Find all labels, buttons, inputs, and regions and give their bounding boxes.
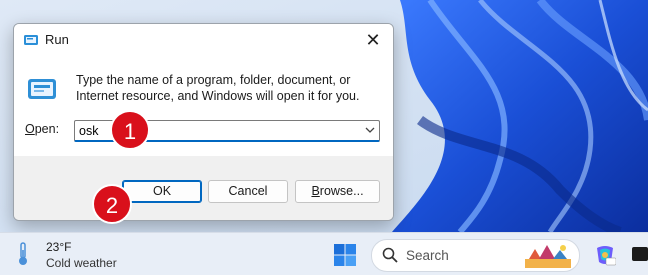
- tray-icon[interactable]: [632, 247, 648, 261]
- search-highlight-image: [525, 245, 571, 268]
- step-badge-2: 2: [92, 184, 132, 224]
- search-placeholder: Search: [406, 248, 449, 263]
- close-button[interactable]: ✕: [359, 28, 387, 52]
- dialog-body: Type the name of a program, folder, docu…: [14, 56, 393, 156]
- ok-button[interactable]: OK: [122, 180, 202, 203]
- search-icon: [382, 247, 398, 263]
- thermometer-icon[interactable]: [13, 241, 33, 267]
- dialog-footer: OK Cancel Browse...: [14, 156, 393, 220]
- taskbar-search[interactable]: Search: [371, 239, 580, 272]
- run-dialog: Run ✕ Type the name of a program, folder…: [13, 23, 394, 221]
- copilot-icon[interactable]: [594, 244, 616, 266]
- weather-temperature[interactable]: 23°F: [46, 240, 71, 254]
- dialog-description: Type the name of a program, folder, docu…: [76, 73, 360, 103]
- chevron-down-icon[interactable]: [365, 125, 375, 135]
- windows-start-icon[interactable]: [334, 244, 356, 266]
- open-label: Open:: [25, 122, 60, 136]
- cancel-button[interactable]: Cancel: [208, 180, 288, 203]
- close-icon: ✕: [365, 30, 381, 50]
- run-icon: [24, 35, 38, 45]
- step-badge-1: 1: [110, 110, 150, 150]
- browse-button[interactable]: Browse...: [295, 180, 380, 203]
- dialog-title: Run: [45, 32, 69, 47]
- title-bar[interactable]: Run ✕: [14, 24, 393, 56]
- weather-condition[interactable]: Cold weather: [46, 256, 117, 270]
- run-program-icon: [28, 79, 56, 99]
- taskbar: 23°F Cold weather Search: [0, 232, 648, 275]
